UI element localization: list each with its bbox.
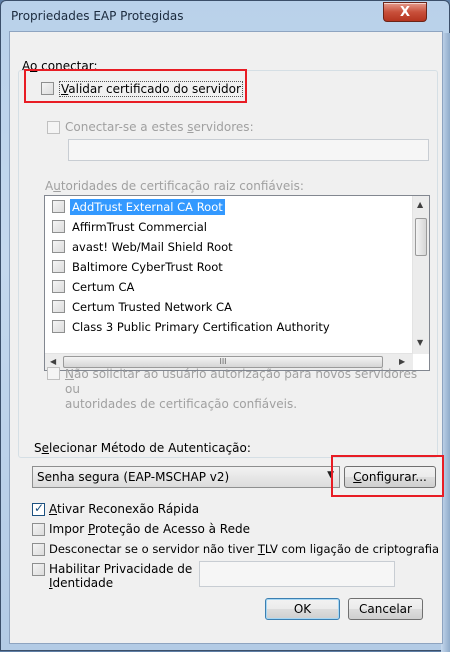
list-item-checkbox[interactable] [52, 300, 65, 313]
label-access-key: e [41, 441, 50, 455]
disconnect-tlv-label: Desconectar se o servidor não tiver TLV … [49, 542, 439, 556]
label-access-key: T [257, 542, 265, 556]
label-part: autoridades de certificação confiáveis. [65, 397, 298, 411]
list-item[interactable]: avast! Web/Mail Shield Root [45, 237, 413, 257]
disconnect-tlv-checkbox[interactable] [32, 543, 45, 556]
label-part: A [45, 179, 54, 193]
fast-reconnect-label: Ativar Reconexão Rápida [49, 502, 199, 516]
scroll-up-icon[interactable]: ▲ [417, 200, 423, 209]
close-icon: X [399, 4, 411, 20]
list-item-checkbox[interactable] [52, 240, 65, 253]
label-access-key: u [53, 179, 61, 193]
scroll-thumb-vertical[interactable] [415, 218, 427, 256]
dialog-window: Propriedades EAP Protegidas X Ao conecta… [0, 0, 450, 652]
root-ca-list[interactable]: AddTrust External CA Root AffirmTrust Co… [44, 195, 430, 371]
list-item[interactable]: AffirmTrust Commercial [45, 217, 413, 237]
label-part: dentidade [52, 576, 114, 590]
label-part: tivar Reconexão Rápida [57, 502, 200, 516]
label-part: ão solicitar ao usuário autorização para… [65, 367, 418, 396]
button-label: Cancelar [359, 602, 412, 616]
connect-servers-checkbox[interactable] [47, 121, 60, 134]
button-label: OK [293, 602, 312, 616]
close-button[interactable]: X [383, 2, 427, 22]
label-part: roteção de Acesso à Rede [94, 522, 250, 536]
label-access-key: N [65, 367, 74, 381]
dialog-client-area: Ao conectar: Validar certificado do serv… [9, 31, 444, 644]
list-item-label: avast! Web/Mail Shield Root [72, 240, 233, 254]
list-item-checkbox[interactable] [52, 320, 65, 333]
nap-checkbox[interactable] [32, 523, 45, 536]
highlight-validate-cert [24, 69, 247, 103]
no-prompt-checkbox[interactable] [47, 367, 60, 380]
scroll-down-icon[interactable]: ▼ [417, 338, 423, 347]
label-part: Desconectar se o servidor não tiver [49, 542, 258, 556]
list-item-checkbox[interactable] [52, 200, 65, 213]
ok-button[interactable]: OK [265, 598, 340, 620]
label-part: lecionar Método de Autenticação: [49, 441, 251, 455]
scroll-grip: III [219, 357, 227, 366]
auth-method-value: Senha segura (EAP-MSCHAP v2) [37, 470, 230, 484]
auth-method-select[interactable]: Senha segura (EAP-MSCHAP v2) ▼ [32, 466, 340, 488]
list-item-checkbox[interactable] [52, 220, 65, 233]
identity-input[interactable] [199, 561, 395, 587]
scroll-left-icon[interactable]: ◀ [50, 357, 56, 366]
cancel-button[interactable]: Cancelar [348, 598, 423, 620]
label-access-key: P [87, 522, 95, 536]
identity-privacy-label: Habilitar Privacidade de Identidade [49, 562, 192, 590]
list-item[interactable]: Class 3 Public Primary Certification Aut… [45, 317, 413, 337]
identity-privacy-checkbox[interactable] [32, 563, 45, 576]
label-part: toridades de certificação raiz confiávei… [60, 179, 304, 193]
label-part: Conectar-se a estes [65, 120, 188, 134]
list-item-label: Certum CA [72, 280, 135, 294]
list-item-label: AddTrust External CA Root [70, 199, 225, 215]
auth-method-label: Selecionar Método de Autenticação: [34, 441, 251, 455]
label-part: S [34, 441, 42, 455]
scroll-right-icon[interactable]: ▶ [399, 357, 405, 366]
label-part: Habilitar Privacidade de [49, 562, 193, 576]
servers-input[interactable] [68, 139, 429, 161]
list-item[interactable]: Certum CA [45, 277, 413, 297]
list-item-label: Baltimore CyberTrust Root [72, 260, 223, 274]
list-item-checkbox[interactable] [52, 260, 65, 273]
label-access-key: A [49, 502, 57, 516]
list-vertical-scrollbar[interactable]: ▲ ▼ [412, 196, 429, 354]
list-item[interactable]: AddTrust External CA Root [45, 197, 413, 217]
list-item-checkbox[interactable] [52, 280, 65, 293]
label-part: ervidores: [193, 120, 254, 134]
label-part: Impor [49, 522, 88, 536]
connect-servers-label: Conectar-se a estes servidores: [65, 120, 254, 134]
check-icon: ✓ [34, 501, 45, 515]
highlight-configure [331, 455, 444, 497]
root-ca-label: Autoridades de certificação raiz confiáv… [45, 179, 304, 193]
list-item[interactable]: Baltimore CyberTrust Root [45, 257, 413, 277]
list-item[interactable]: Certum Trusted Network CA [45, 297, 413, 317]
list-item-label: Certum Trusted Network CA [72, 300, 232, 314]
fast-reconnect-checkbox[interactable]: ✓ [32, 501, 45, 516]
nap-label: Impor Proteção de Acesso à Rede [49, 522, 250, 536]
title-bar[interactable]: Propriedades EAP Protegidas X [1, 1, 450, 31]
list-item-label: Class 3 Public Primary Certification Aut… [72, 320, 330, 334]
window-title: Propriedades EAP Protegidas [11, 9, 184, 23]
label-part: LV com ligação de criptografia [264, 542, 440, 556]
list-item-label: AffirmTrust Commercial [72, 220, 208, 234]
no-prompt-label: Não solicitar ao usuário autorização par… [65, 367, 435, 412]
